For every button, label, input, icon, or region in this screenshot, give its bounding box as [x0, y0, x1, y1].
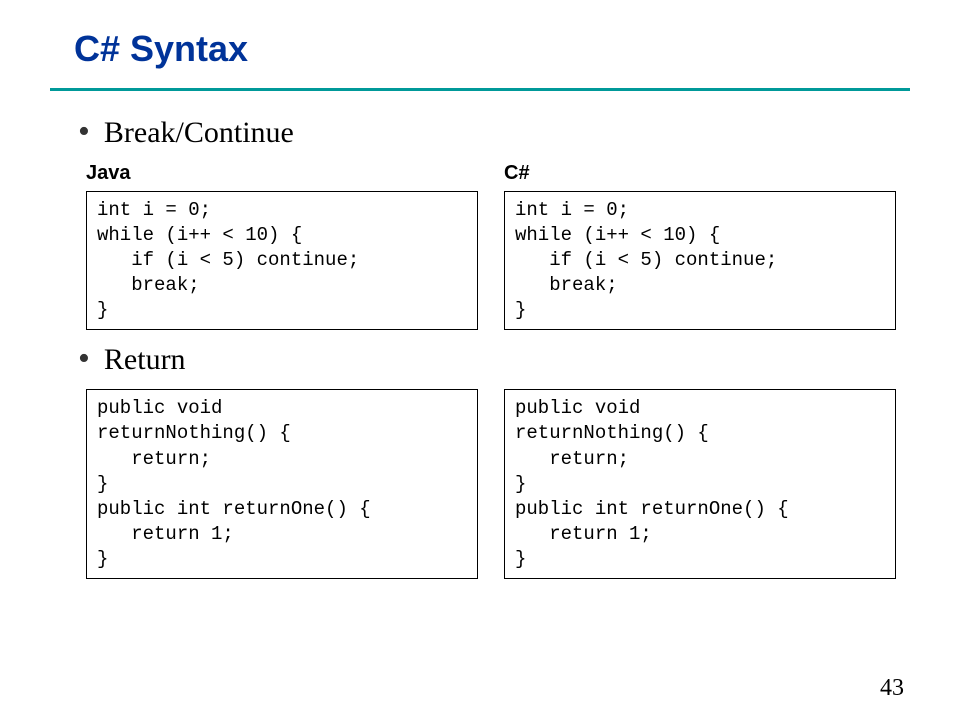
bullet-break-continue: • Break/Continue	[78, 115, 910, 150]
bullet-text: Return	[104, 343, 186, 377]
code-csharp-break: int i = 0; while (i++ < 10) { if (i < 5)…	[504, 191, 896, 330]
label-csharp: C#	[504, 162, 530, 185]
code-java-break: int i = 0; while (i++ < 10) { if (i < 5)…	[86, 191, 478, 330]
bullet-text: Break/Continue	[104, 116, 294, 150]
code-csharp-return: public void returnNothing() { return; } …	[504, 389, 896, 579]
bullet-dot-icon: •	[78, 342, 90, 376]
bullet-return: • Return	[78, 342, 910, 377]
title-underline	[50, 88, 910, 91]
code-java-return: public void returnNothing() { return; } …	[86, 389, 478, 579]
language-labels-row: Java C#	[86, 162, 910, 185]
code-row-break: int i = 0; while (i++ < 10) { if (i < 5)…	[86, 191, 910, 330]
slide-title: C# Syntax	[74, 28, 910, 70]
bullet-dot-icon: •	[78, 115, 90, 149]
page-number: 43	[880, 675, 904, 702]
code-row-return: public void returnNothing() { return; } …	[86, 389, 910, 579]
label-java: Java	[86, 162, 504, 185]
